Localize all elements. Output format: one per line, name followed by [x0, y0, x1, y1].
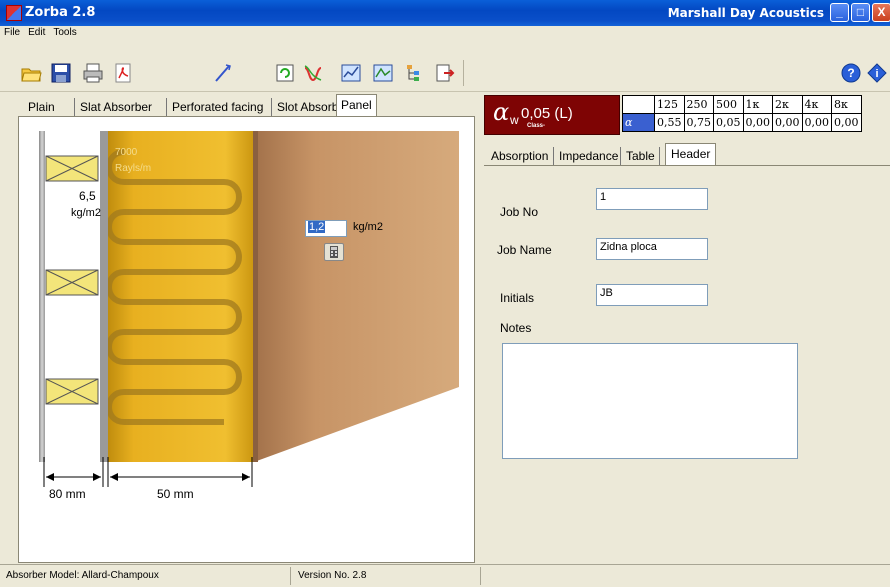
maximize-button[interactable]: □ — [851, 3, 870, 22]
freq-header: 4κ — [801, 95, 832, 114]
menu-bar: File Edit Tools — [0, 26, 890, 42]
title-bar: Zorba 2.8 Marshall Day Acoustics _ □ X — [0, 0, 890, 26]
graph-icon[interactable] — [340, 62, 362, 84]
absorber-model-status: Absorber Model: Allard-Champoux — [6, 570, 159, 581]
info-icon[interactable]: i — [866, 62, 888, 84]
tab-header[interactable]: Header — [665, 143, 717, 165]
initials-input[interactable]: JB — [596, 284, 708, 306]
tab-impedance[interactable]: Impedance — [559, 147, 621, 165]
weighted-absorption-rating: α w 0,05 (L) Class- — [484, 95, 620, 135]
panel-mass-value: 6,5 — [79, 189, 96, 203]
absorption-cell: 0,00 — [831, 113, 862, 132]
job-no-input[interactable]: 1 — [596, 188, 708, 210]
absorption-cell: 0,05 — [713, 113, 744, 132]
save-icon[interactable] — [50, 62, 72, 84]
close-button[interactable]: X — [872, 3, 890, 22]
job-no-label: Job No — [500, 205, 539, 219]
refresh-icon[interactable] — [274, 62, 296, 84]
tab-panel[interactable]: Panel — [336, 94, 377, 116]
freq-header: 8κ — [831, 95, 862, 114]
tree-icon[interactable] — [404, 62, 426, 84]
notes-label: Notes — [500, 321, 532, 335]
table-row: α 0,55 0,75 0,05 0,00 0,00 0,00 0,00 — [622, 113, 862, 132]
freq-header: 2κ — [772, 95, 803, 114]
alpha-symbol: α — [493, 98, 510, 126]
alpha-row-label: α — [622, 113, 655, 132]
svg-text:i: i — [875, 68, 878, 80]
version-status: Version No. 2.8 — [298, 570, 367, 581]
flow-resistivity-value: 7000 — [115, 147, 138, 158]
menu-file[interactable]: File — [0, 26, 24, 39]
frequency-table: 125 250 500 1κ 2κ 4κ 8κ α 0,55 0,75 0,05… — [622, 95, 862, 132]
rating-class: Class- — [527, 123, 546, 129]
rating-subscript: w — [510, 113, 519, 127]
tab-table[interactable]: Table — [626, 147, 660, 165]
graph-alt-icon[interactable] — [372, 62, 394, 84]
wall-mass-input[interactable]: 1,2 — [305, 220, 347, 237]
wand-icon[interactable] — [212, 62, 234, 84]
initials-label: Initials — [500, 291, 535, 305]
freq-header: 1κ — [742, 95, 773, 114]
print-icon[interactable] — [82, 62, 104, 84]
svg-text:?: ? — [847, 66, 854, 80]
table-row: 125 250 500 1κ 2κ 4κ 8κ — [622, 95, 862, 114]
flow-resistivity-unit: Rayls/m — [115, 163, 152, 174]
panel-drawing: 6,5 kg/m2 7000 Rayls/m 1,2 kg/m2 80 mm 5… — [18, 116, 475, 563]
stud-bottom — [45, 378, 99, 405]
menu-edit[interactable]: Edit — [24, 26, 49, 39]
panel-mass-unit: kg/m2 — [71, 207, 101, 219]
curve-icon[interactable] — [302, 62, 324, 84]
frame-strip — [100, 131, 108, 462]
toolbar-separator — [463, 60, 464, 86]
tab-absorption[interactable]: Absorption — [491, 147, 554, 165]
help-icon[interactable]: ? — [840, 62, 862, 84]
absorption-cell: 0,00 — [801, 113, 832, 132]
open-folder-icon[interactable] — [20, 62, 42, 84]
window-title: Zorba 2.8 — [25, 5, 96, 20]
tab-perforated-facing[interactable]: Perforated facing — [172, 98, 272, 116]
absorption-cell: 0,00 — [742, 113, 773, 132]
stud-middle — [45, 269, 99, 296]
tab-plain[interactable]: Plain — [28, 98, 75, 116]
calculator-icon[interactable] — [324, 243, 344, 261]
absorption-cell: 0,00 — [772, 113, 803, 132]
toolbar: ? i — [0, 42, 890, 92]
absorption-cell: 0,75 — [683, 113, 714, 132]
freq-header: 500 — [713, 95, 744, 114]
freq-header: 125 — [654, 95, 685, 114]
job-name-input[interactable]: Zidna ploca — [596, 238, 708, 260]
minimize-button[interactable]: _ — [830, 3, 849, 22]
company-name: Marshall Day Acoustics — [667, 6, 824, 20]
job-name-label: Job Name — [497, 243, 552, 257]
pdf-icon[interactable] — [112, 62, 134, 84]
freq-header: 250 — [683, 95, 714, 114]
app-icon — [6, 5, 22, 21]
construction-diagram — [39, 131, 459, 487]
export-icon[interactable] — [434, 62, 456, 84]
stud-top — [45, 155, 99, 182]
wall-mass-unit: kg/m2 — [353, 221, 383, 233]
tab-slat-absorber[interactable]: Slat Absorber — [80, 98, 167, 116]
status-bar: Absorber Model: Allard-Champoux Version … — [0, 564, 890, 587]
wall-shape — [254, 131, 459, 462]
header-form: Job No 1 Job Name Zidna ploca Initials J… — [484, 165, 890, 563]
rating-value: 0,05 (L) — [521, 105, 573, 122]
panel-layer — [39, 131, 45, 462]
gap-dimension-label: 80 mm — [49, 487, 86, 501]
absorption-cell: 0,55 — [654, 113, 685, 132]
menu-tools[interactable]: Tools — [49, 26, 80, 39]
absorber-dimension-label: 50 mm — [157, 487, 194, 501]
notes-textarea[interactable] — [502, 343, 798, 459]
